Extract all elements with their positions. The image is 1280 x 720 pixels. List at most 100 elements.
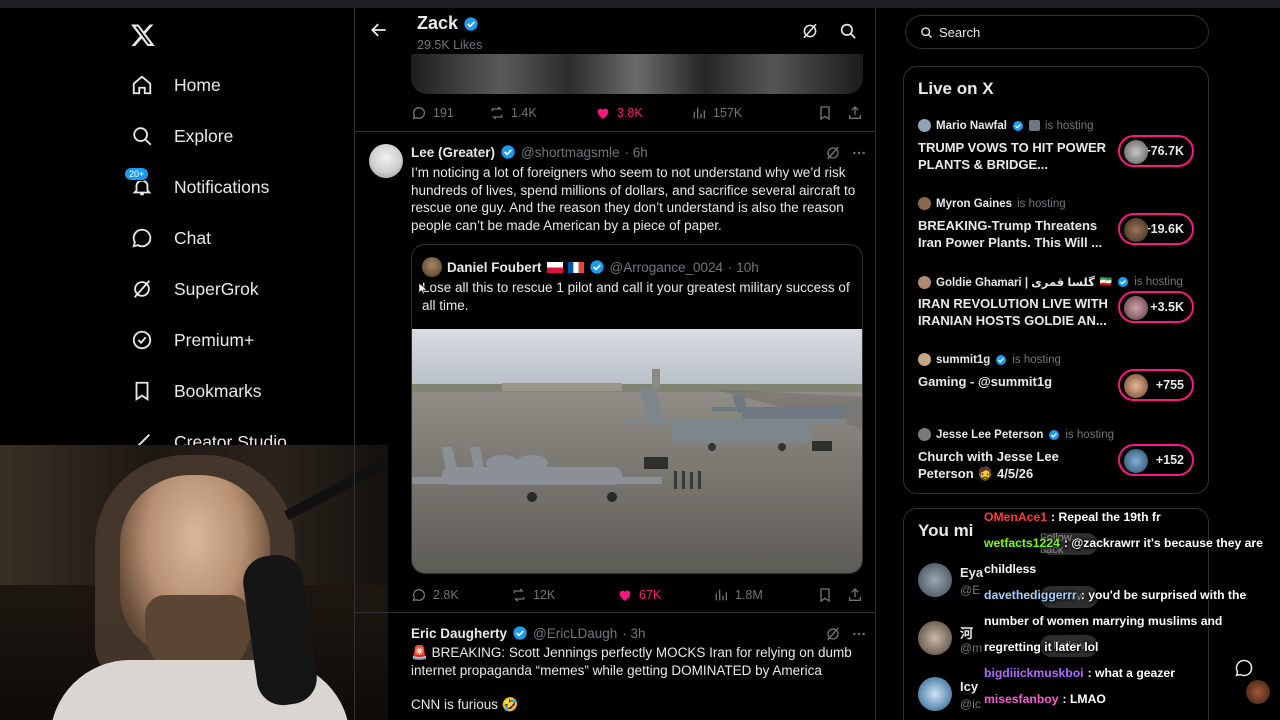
premium-icon bbox=[130, 328, 154, 352]
tweet-author-handle[interactable]: @shortmagsmle bbox=[521, 145, 619, 160]
chat-message: misesfanboy: LMAO bbox=[984, 692, 1106, 706]
host-status: is hosting bbox=[1017, 197, 1066, 210]
live-title: IRAN REVOLUTION LIVE WITH IRANIAN HOSTS … bbox=[918, 296, 1108, 328]
grok-icon[interactable] bbox=[825, 145, 841, 161]
live-item[interactable]: Goldie Ghamari | گلسا قمری 🇮🇷 is hosting… bbox=[918, 275, 1198, 345]
profile-likes-count: 29.5K Likes bbox=[417, 38, 483, 52]
live-listeners-button[interactable]: +19.6K bbox=[1118, 213, 1194, 245]
live-listeners-button[interactable]: +76.7K bbox=[1118, 135, 1194, 167]
tweet-text-line: CNN is furious bbox=[411, 697, 499, 712]
tweet-author-name[interactable]: Lee (Greater) bbox=[411, 145, 495, 160]
repost-button[interactable]: 1.4K bbox=[489, 105, 595, 121]
suggested-handle: @ic bbox=[960, 697, 981, 711]
nav-home[interactable]: Home bbox=[130, 65, 221, 105]
share-icon[interactable] bbox=[847, 587, 863, 603]
listener-count: +76.7K bbox=[1143, 144, 1184, 158]
like-button[interactable]: 67K bbox=[617, 587, 713, 603]
verified-badge-icon bbox=[1049, 429, 1060, 440]
tweet-author-handle[interactable]: @EricLDaugh bbox=[533, 626, 617, 641]
verified-badge-icon bbox=[464, 16, 478, 31]
live-listeners-button[interactable]: +755 bbox=[1118, 369, 1194, 401]
search-icon[interactable] bbox=[839, 22, 857, 40]
tweet-author-name[interactable]: Eric Daugherty bbox=[411, 626, 507, 641]
chat-message: bigdiiickmuskboi: what a geazer bbox=[984, 666, 1175, 680]
live-title: TRUMP VOWS TO HIT POWER PLANTS & BRIDGE.… bbox=[918, 140, 1107, 172]
more-options-icon[interactable] bbox=[851, 626, 867, 642]
live-item[interactable]: Jesse Lee Peterson is hosting Church wit… bbox=[918, 428, 1198, 498]
like-count: 3.8K bbox=[617, 106, 643, 120]
quoted-tweet-time: · 10h bbox=[728, 259, 759, 275]
reply-button[interactable]: 191 bbox=[411, 105, 489, 121]
heart-icon bbox=[619, 590, 631, 601]
messages-icon[interactable] bbox=[1234, 658, 1254, 678]
user-avatar[interactable] bbox=[1246, 680, 1270, 704]
verified-badge-icon bbox=[501, 145, 515, 159]
profile-name-text: Zack bbox=[417, 13, 459, 33]
grok-icon[interactable] bbox=[801, 22, 819, 40]
tweet-time[interactable]: · 3h bbox=[622, 626, 645, 641]
bookmark-icon[interactable] bbox=[817, 105, 833, 121]
live-listeners-button[interactable]: +3.5K bbox=[1118, 291, 1194, 323]
live-host: Goldie Ghamari | گلسا قمری 🇮🇷 is hosting bbox=[918, 275, 1198, 289]
views-button[interactable]: 157K bbox=[691, 105, 742, 121]
listener-avatar bbox=[1124, 218, 1148, 242]
like-button[interactable]: 3.8K bbox=[595, 105, 691, 121]
reply-button[interactable]: 2.8K bbox=[411, 587, 511, 603]
chat-text: what a geazer bbox=[1095, 666, 1175, 680]
live-item[interactable]: Myron Gaines is hosting BREAKING-Trump T… bbox=[918, 197, 1198, 267]
quoted-tweet-image[interactable] bbox=[412, 329, 862, 573]
chat-message: davethediggerrr: you'd be surprised with… bbox=[984, 588, 1247, 654]
nav-chat[interactable]: Chat bbox=[130, 218, 211, 258]
host-avatar bbox=[918, 275, 931, 289]
listener-count: +755 bbox=[1155, 378, 1184, 392]
share-icon[interactable] bbox=[847, 105, 863, 121]
more-options-icon[interactable] bbox=[851, 145, 867, 161]
nav-chat-label: Chat bbox=[174, 227, 211, 248]
live-listeners-button[interactable]: +152 bbox=[1118, 444, 1194, 476]
repost-button[interactable]: 12K bbox=[511, 587, 617, 603]
live-item[interactable]: summit1g is hosting Gaming - @summit1g +… bbox=[918, 353, 1198, 423]
reply-count: 2.8K bbox=[433, 588, 459, 602]
suggested-handle: @E bbox=[960, 583, 981, 597]
host-status: is hosting bbox=[1134, 276, 1183, 288]
back-arrow-icon[interactable] bbox=[369, 20, 389, 40]
views-button[interactable]: 1.8M bbox=[713, 587, 763, 603]
host-status: is hosting bbox=[1044, 119, 1094, 132]
france-flag-icon bbox=[567, 261, 584, 273]
quoted-author-name: Daniel Foubert bbox=[447, 259, 542, 275]
nav-supergrok-label: SuperGrok bbox=[174, 278, 259, 299]
bookmark-icon bbox=[130, 379, 154, 403]
reply-count: 191 bbox=[433, 106, 454, 120]
suggested-avatar bbox=[918, 563, 952, 597]
verified-badge-icon bbox=[1012, 120, 1023, 131]
x-logo-icon[interactable] bbox=[130, 22, 156, 48]
nav-explore[interactable]: Explore bbox=[130, 116, 233, 156]
host-name: Goldie Ghamari | گلسا قمری bbox=[936, 277, 1095, 289]
search-input[interactable]: Search bbox=[905, 15, 1209, 49]
host-name: summit1g bbox=[936, 353, 991, 366]
bookmark-icon[interactable] bbox=[817, 587, 833, 603]
tweet-text: 🚨 BREAKING: Scott Jennings perfectly MOC… bbox=[411, 644, 863, 679]
host-avatar bbox=[918, 353, 931, 366]
chat-icon bbox=[130, 226, 154, 250]
suggested-handle: @m bbox=[960, 641, 983, 655]
previous-tweet-media[interactable] bbox=[411, 54, 863, 94]
views-icon bbox=[693, 107, 705, 119]
home-icon bbox=[130, 73, 154, 97]
nav-premium[interactable]: Premium+ bbox=[130, 320, 254, 360]
live-host: Mario Nawfal is hosting bbox=[918, 119, 1198, 132]
listener-avatar bbox=[1124, 296, 1148, 320]
quoted-tweet[interactable]: Daniel Foubert @Arrogance_0024 · 10h Los… bbox=[411, 244, 863, 574]
tweet-tools bbox=[825, 626, 867, 642]
quoted-tweet-avatar bbox=[422, 257, 442, 277]
nav-supergrok[interactable]: SuperGrok bbox=[130, 269, 259, 309]
nav-bookmarks[interactable]: Bookmarks bbox=[130, 371, 262, 411]
nav-home-label: Home bbox=[174, 74, 221, 95]
tweet-avatar[interactable] bbox=[369, 144, 403, 178]
live-item[interactable]: Mario Nawfal is hosting TRUMP VOWS TO HI… bbox=[918, 119, 1198, 189]
tweet-time[interactable]: · 6h bbox=[625, 145, 648, 160]
notification-badge: 20+ bbox=[124, 167, 150, 181]
quoted-tweet-header: Daniel Foubert @Arrogance_0024 · 10h bbox=[422, 257, 759, 277]
grok-icon[interactable] bbox=[825, 626, 841, 642]
nav-notifications[interactable]: 20+ Notifications bbox=[124, 167, 269, 207]
